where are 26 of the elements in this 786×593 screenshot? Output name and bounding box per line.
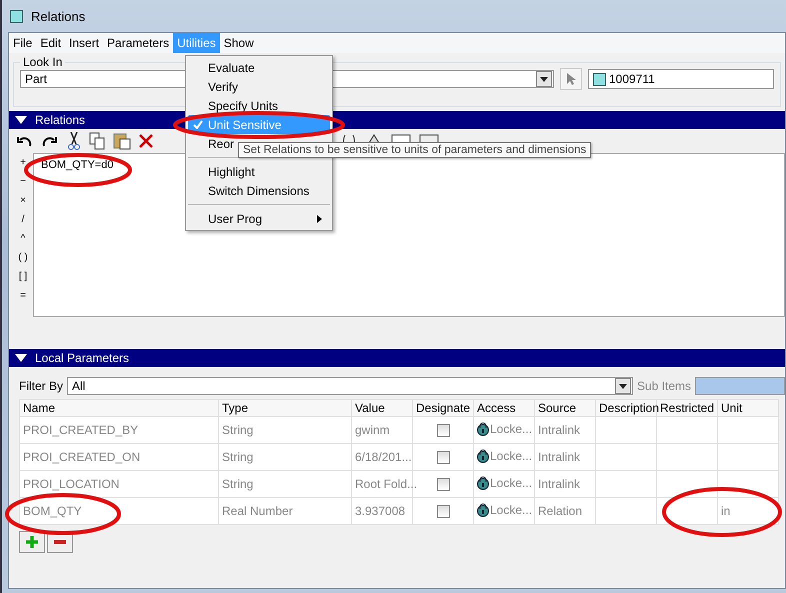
table-cell: PROI_LOCATION <box>20 470 218 498</box>
table-cell: in <box>721 504 730 518</box>
tooltip: Set Relations to be sensitive to units of parameters and dimensions <box>238 142 592 158</box>
group-label: Look In <box>22 55 64 69</box>
table-cell: Intralink <box>534 416 596 444</box>
table-cell: String <box>218 470 352 498</box>
table-cell: 3.937008 <box>352 498 412 524</box>
table-cell: gwinm <box>352 416 412 444</box>
table-cell: PROI_CREATED_ON <box>20 444 218 470</box>
table-cell: Intralink <box>534 444 596 470</box>
table-cell: Locke... <box>490 476 532 490</box>
table-cell: PROI_CREATED_BY <box>20 416 218 444</box>
table-cell: BOM_QTY <box>20 498 218 524</box>
table-cell: String <box>218 416 352 444</box>
sub-items-label: Sub Items <box>637 379 692 393</box>
table-cell: Locke... <box>490 502 532 516</box>
table-cell: 6/18/201... <box>352 444 412 470</box>
table-cell: String <box>218 444 352 470</box>
relation-text: BOM_QTY=d0 <box>41 159 114 171</box>
filter-label: Filter By <box>19 379 64 393</box>
table-cell: Locke... <box>490 448 532 462</box>
table-cell: Relation <box>534 498 596 524</box>
table-cell: Intralink <box>534 470 596 498</box>
table-cell: Locke... <box>490 422 532 436</box>
window-title: Relations <box>31 8 86 24</box>
table-cell: Real Number <box>218 498 352 524</box>
